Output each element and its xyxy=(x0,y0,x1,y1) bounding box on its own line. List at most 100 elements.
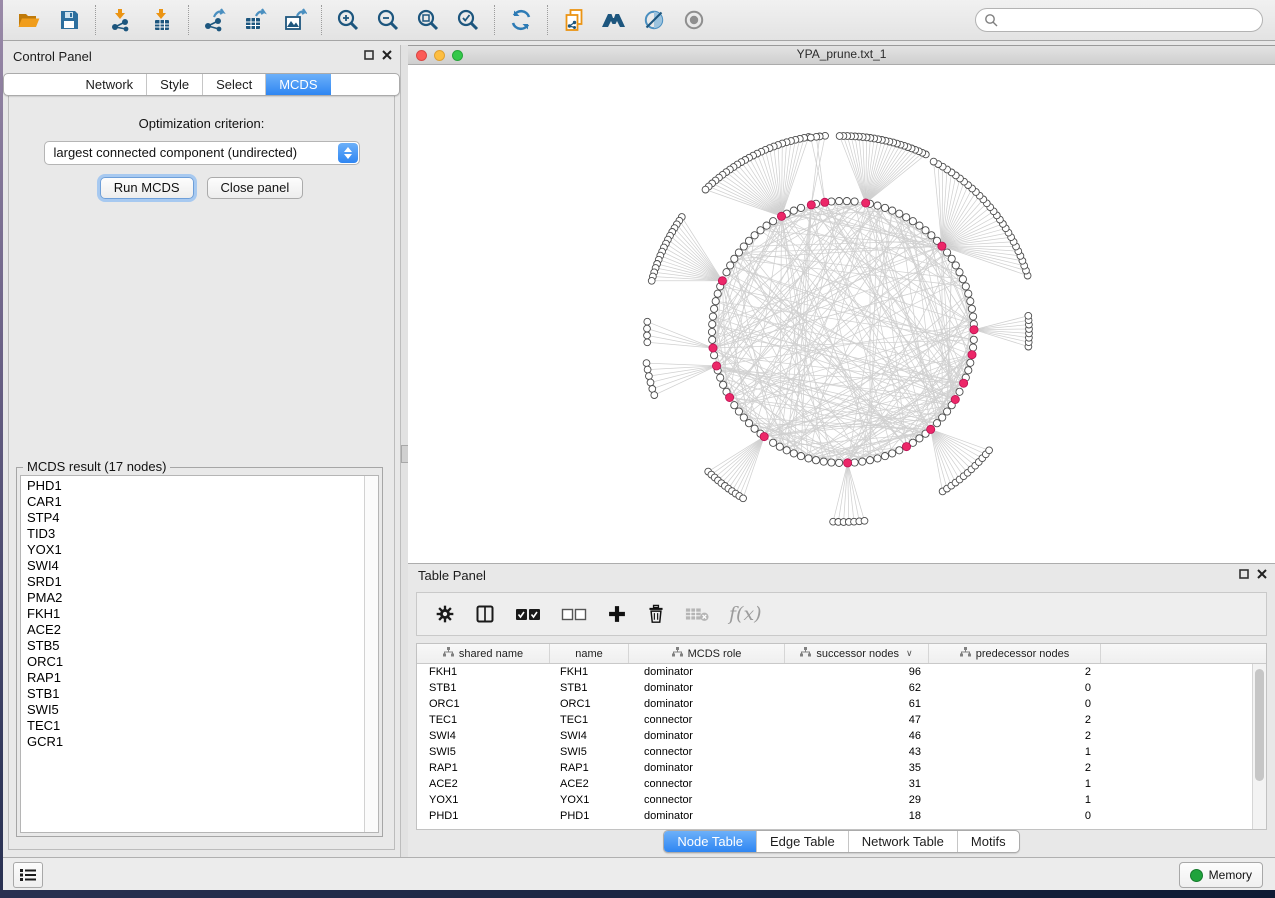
table-row[interactable]: TEC1TEC1connector472 xyxy=(417,712,1266,728)
cell: dominator xyxy=(629,698,785,710)
apply-layout-icon[interactable] xyxy=(501,3,541,37)
table-row[interactable]: RAP1RAP1dominator352 xyxy=(417,760,1266,776)
deselect-all-icon[interactable] xyxy=(561,606,587,622)
function-builder-icon: f(x) xyxy=(729,603,762,625)
column-header-name[interactable]: name xyxy=(550,644,629,663)
mcds-result-item[interactable]: GCR1 xyxy=(27,734,378,750)
mcds-result-item[interactable]: FKH1 xyxy=(27,606,378,622)
zoom-fit-icon[interactable] xyxy=(408,3,448,37)
mcds-result-item[interactable]: SWI5 xyxy=(27,702,378,718)
tab-select[interactable]: Select xyxy=(202,74,265,95)
float-table-panel-icon[interactable] xyxy=(1239,569,1249,579)
close-panel-icon[interactable] xyxy=(382,50,392,60)
criterion-dropdown[interactable]: largest connected component (undirected) xyxy=(44,141,360,165)
mcds-result-list[interactable]: PHD1CAR1STP4TID3YOX1SWI4SRD1PMA2FKH1ACE2… xyxy=(20,475,379,833)
mcds-result-item[interactable]: SRD1 xyxy=(27,574,378,590)
mcds-list-scrollbar[interactable] xyxy=(364,476,378,832)
cell: 1 xyxy=(929,746,1101,758)
search-network-icon[interactable] xyxy=(594,3,634,37)
table-row[interactable]: SWI5SWI5connector431 xyxy=(417,744,1266,760)
mcds-result-item[interactable]: PHD1 xyxy=(27,478,378,494)
column-label: successor nodes xyxy=(816,648,899,660)
network-window-title: YPA_prune.txt_1 xyxy=(408,47,1275,61)
import-network-icon[interactable] xyxy=(102,3,142,37)
mcds-result-item[interactable]: SWI4 xyxy=(27,558,378,574)
table-row[interactable]: STB1STB1dominator620 xyxy=(417,680,1266,696)
node-table[interactable]: shared namenameMCDS rolesuccessor nodes∨… xyxy=(416,643,1267,830)
float-panel-icon[interactable] xyxy=(364,50,374,60)
column-header-predecessor-nodes[interactable]: predecessor nodes xyxy=(929,644,1101,663)
table-row[interactable]: FKH1FKH1dominator962 xyxy=(417,664,1266,680)
export-image-icon[interactable] xyxy=(275,3,315,37)
mcds-result-item[interactable]: TID3 xyxy=(27,526,378,542)
show-all-icon[interactable] xyxy=(674,3,714,37)
mcds-result-item[interactable]: STB5 xyxy=(27,638,378,654)
tab-style[interactable]: Style xyxy=(146,74,202,95)
open-file-icon[interactable] xyxy=(9,3,49,37)
column-header-shared-name[interactable]: shared name xyxy=(417,644,550,663)
table-row[interactable]: YOX1YOX1connector291 xyxy=(417,792,1266,808)
table-scrollbar-thumb[interactable] xyxy=(1255,669,1264,781)
hide-selected-icon[interactable] xyxy=(634,3,674,37)
close-table-panel-icon[interactable] xyxy=(1257,569,1267,579)
table-row[interactable]: ORC1ORC1dominator610 xyxy=(417,696,1266,712)
column-header-successor-nodes[interactable]: successor nodes∨ xyxy=(785,644,929,663)
zoom-selected-icon[interactable] xyxy=(448,3,488,37)
table-row[interactable]: SWI4SWI4dominator462 xyxy=(417,728,1266,744)
mcds-result-item[interactable]: PMA2 xyxy=(27,590,378,606)
table-panel: Table Panel xyxy=(408,563,1275,858)
cell: 2 xyxy=(929,762,1101,774)
cell: 96 xyxy=(785,666,929,678)
global-search[interactable] xyxy=(975,8,1263,32)
clone-network-icon[interactable] xyxy=(554,3,594,37)
tab-network[interactable]: Network xyxy=(72,74,146,95)
mcds-result-item[interactable]: ACE2 xyxy=(27,622,378,638)
zoom-in-icon[interactable] xyxy=(328,3,368,37)
show-columns-icon[interactable] xyxy=(475,604,495,624)
network-view-panel: YPA_prune.txt_1 xyxy=(408,45,1275,563)
network-canvas[interactable] xyxy=(408,64,1273,562)
table-row[interactable]: ACE2ACE2connector311 xyxy=(417,776,1266,792)
mcds-result-item[interactable]: ORC1 xyxy=(27,654,378,670)
tab-motifs[interactable]: Motifs xyxy=(957,831,1019,852)
cell: YOX1 xyxy=(550,794,629,806)
table-scrollbar[interactable] xyxy=(1252,664,1266,829)
mcds-tab-content: Optimization criterion: largest connecte… xyxy=(8,85,395,850)
export-table-icon[interactable] xyxy=(235,3,275,37)
column-header-MCDS-role[interactable]: MCDS role xyxy=(629,644,785,663)
tab-mcds[interactable]: MCDS xyxy=(265,74,330,95)
network-window-titlebar[interactable]: YPA_prune.txt_1 xyxy=(408,46,1275,65)
export-network-icon[interactable] xyxy=(195,3,235,37)
mcds-result-item[interactable]: RAP1 xyxy=(27,670,378,686)
memory-button[interactable]: Memory xyxy=(1179,862,1263,888)
mcds-result-item[interactable]: CAR1 xyxy=(27,494,378,510)
table-panel-title: Table Panel xyxy=(418,564,486,588)
mcds-result-item[interactable]: STP4 xyxy=(27,510,378,526)
table-settings-gear-icon[interactable] xyxy=(435,604,455,624)
criterion-value: largest connected component (undirected) xyxy=(54,145,298,160)
mcds-result-item[interactable]: TEC1 xyxy=(27,718,378,734)
tab-network-table[interactable]: Network Table xyxy=(848,831,957,852)
tab-edge-table[interactable]: Edge Table xyxy=(756,831,848,852)
cell: ORC1 xyxy=(417,698,550,710)
toolbar-separator xyxy=(547,5,548,35)
add-column-icon[interactable] xyxy=(607,604,627,624)
delete-column-trash-icon[interactable] xyxy=(647,604,665,624)
mcds-result-item[interactable]: YOX1 xyxy=(27,542,378,558)
select-all-icon[interactable] xyxy=(515,606,541,622)
task-history-button[interactable] xyxy=(13,862,43,888)
cell: RAP1 xyxy=(417,762,550,774)
mcds-result-item[interactable]: STB1 xyxy=(27,686,378,702)
table-row[interactable]: PHD1PHD1dominator180 xyxy=(417,808,1266,824)
import-table-icon[interactable] xyxy=(142,3,182,37)
search-input[interactable] xyxy=(1003,12,1247,28)
tab-node-table[interactable]: Node Table xyxy=(664,831,756,852)
save-session-icon[interactable] xyxy=(49,3,89,37)
zoom-out-icon[interactable] xyxy=(368,3,408,37)
cell: 0 xyxy=(929,698,1101,710)
run-mcds-button[interactable]: Run MCDS xyxy=(100,177,194,199)
cell: ACE2 xyxy=(417,778,550,790)
close-panel-button[interactable]: Close panel xyxy=(207,177,304,199)
control-panel: Control Panel NetworkStyleSelectMCDS Opt… xyxy=(3,45,400,858)
table-toolbar: f(x) xyxy=(416,592,1267,636)
